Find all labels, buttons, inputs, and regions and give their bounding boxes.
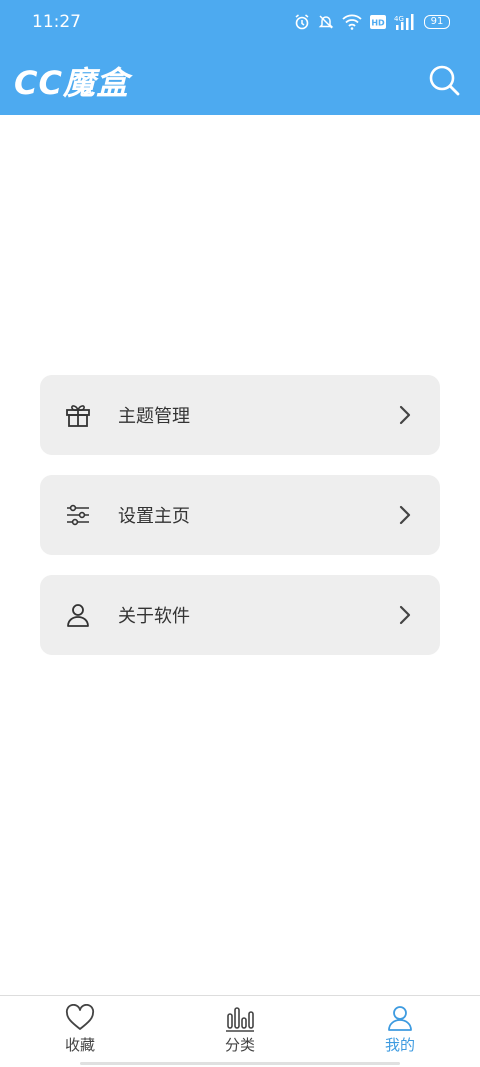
chevron-right-icon xyxy=(399,505,411,525)
user-icon xyxy=(388,1006,412,1031)
menu-item-label: 关于软件 xyxy=(118,606,190,627)
tab-favorites[interactable]: 收藏 xyxy=(40,1004,120,1064)
gift-icon xyxy=(66,405,90,427)
chevron-right-icon xyxy=(399,405,411,425)
svg-text:HD: HD xyxy=(371,19,385,28)
app-header: 11:27 HD 4G 91 CC魔盒 xyxy=(0,0,480,115)
bar-chart-icon xyxy=(226,1007,254,1032)
menu-item-theme-management[interactable]: 主题管理 xyxy=(40,375,440,455)
home-indicator xyxy=(80,1062,400,1065)
tab-categories[interactable]: 分类 xyxy=(200,1004,280,1064)
user-icon xyxy=(67,604,89,627)
alarm-icon xyxy=(295,14,309,30)
search-icon xyxy=(429,65,460,96)
signal-4g-icon: 4G xyxy=(394,14,414,30)
mute-bell-icon xyxy=(318,15,334,29)
hd-icon: HD xyxy=(370,15,386,29)
menu-item-label: 设置主页 xyxy=(118,506,190,527)
tab-label: 分类 xyxy=(224,1036,255,1054)
status-time: 11:27 xyxy=(32,12,81,32)
sliders-icon xyxy=(67,504,89,526)
svg-text:4G: 4G xyxy=(394,15,404,23)
menu-item-homepage-settings[interactable]: 设置主页 xyxy=(40,475,440,555)
tab-label: 我的 xyxy=(384,1036,415,1054)
bottom-navigation: 收藏 分类 我的 xyxy=(0,995,480,1067)
menu-item-label: 主题管理 xyxy=(118,406,190,427)
chevron-right-icon xyxy=(399,605,411,625)
heart-icon xyxy=(65,1004,95,1030)
status-icons: HD 4G 91 xyxy=(294,14,450,30)
search-button[interactable] xyxy=(426,62,462,98)
wifi-icon xyxy=(342,14,362,30)
battery-indicator: 91 xyxy=(424,15,450,29)
tab-label: 收藏 xyxy=(64,1036,95,1054)
app-title: CC魔盒 xyxy=(14,64,129,102)
status-bar: 11:27 HD 4G 91 xyxy=(0,0,480,44)
tab-mine[interactable]: 我的 xyxy=(360,1004,440,1064)
profile-page: 主题管理 设置主页 关于软件 xyxy=(0,115,480,995)
menu-item-about-software[interactable]: 关于软件 xyxy=(40,575,440,655)
